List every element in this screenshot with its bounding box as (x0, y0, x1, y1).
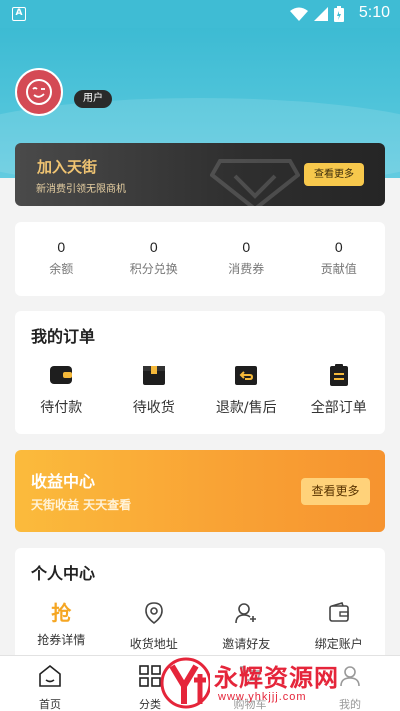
shipping-address[interactable]: 收货地址 (108, 601, 201, 652)
notification-icon: A (12, 7, 26, 21)
personal-shortcuts: 抢 抢券详情 收货地址 邀请好友 绑定账户 (15, 601, 385, 652)
coupon-details[interactable]: 抢 抢券详情 (15, 601, 108, 652)
tab-category[interactable]: 分类 (100, 656, 200, 711)
tab-home[interactable]: 首页 (0, 656, 100, 711)
earnings-title: 收益中心 (31, 472, 96, 491)
stat-value: 0 (242, 239, 251, 255)
stat-label: 贡献值 (320, 262, 357, 276)
category-grid-icon (139, 665, 161, 687)
stat-value: 0 (149, 239, 158, 255)
diamond-icon (210, 159, 300, 206)
personal-label: 收货地址 (129, 637, 178, 651)
user-role-badge: 用户 (74, 90, 112, 108)
clipboard-icon (329, 364, 348, 386)
tab-label: 我的 (339, 698, 361, 711)
personal-label: 邀请好友 (222, 637, 271, 651)
join-subtitle: 新消费引领无限商机 (36, 184, 126, 195)
status-icons (290, 6, 344, 22)
wifi-icon (290, 7, 308, 21)
personal-center-card: 个人中心 抢 抢券详情 收货地址 邀请好友 绑定账户 (15, 548, 385, 668)
signal-icon (314, 7, 328, 21)
cart-icon (240, 666, 261, 686)
order-refund[interactable]: 退款/售后 (200, 363, 293, 417)
bottom-tab-bar: 首页 分类 购物车 我的 (0, 655, 400, 711)
stat-label: 余额 (49, 262, 74, 276)
order-label: 退款/售后 (215, 400, 277, 416)
bind-account[interactable]: 绑定账户 (293, 601, 386, 652)
add-user-icon (235, 603, 257, 624)
stat-contribution[interactable]: 0 贡献值 (293, 222, 386, 296)
stat-value: 0 (57, 239, 66, 255)
join-title: 加入天街 (37, 158, 98, 176)
orders-card: 我的订单 待付款 待收货 退款/售后 全部订单 (15, 311, 385, 434)
order-label: 待付款 (40, 400, 83, 416)
order-pending-payment[interactable]: 待付款 (15, 363, 108, 417)
order-shortcuts: 待付款 待收货 退款/售后 全部订单 (15, 363, 385, 417)
orders-title: 我的订单 (31, 327, 96, 346)
join-banner[interactable]: 加入天街 新消费引领无限商机 查看更多 (15, 143, 385, 206)
personal-title: 个人中心 (31, 564, 96, 583)
wallet-card-icon (328, 602, 349, 622)
tab-mine[interactable]: 我的 (300, 656, 400, 711)
status-bar: A 5:10 (0, 0, 400, 28)
grab-icon: 抢 (51, 601, 72, 625)
earnings-subtitle: 天街收益 天天查看 (31, 498, 132, 512)
stat-coupons[interactable]: 0 消费券 (200, 222, 293, 296)
avatar[interactable] (15, 68, 63, 116)
join-view-more-button[interactable]: 查看更多 (304, 163, 364, 186)
order-label: 待收货 (132, 400, 175, 416)
battery-icon (334, 6, 344, 22)
personal-label: 抢券详情 (37, 633, 86, 647)
box-icon (142, 366, 165, 385)
stats-card: 0 余额 0 积分兑换 0 消费券 0 贡献值 (15, 222, 385, 296)
user-icon (340, 666, 360, 687)
stat-value: 0 (334, 239, 343, 255)
location-pin-icon (144, 602, 163, 625)
earnings-view-more-button[interactable]: 查看更多 (301, 478, 370, 505)
home-icon (39, 664, 61, 687)
refund-icon (235, 366, 258, 385)
stat-label: 消费券 (228, 262, 265, 276)
order-all[interactable]: 全部订单 (293, 363, 386, 417)
tab-cart[interactable]: 购物车 (200, 656, 300, 711)
tab-label: 首页 (39, 698, 61, 711)
stat-balance[interactable]: 0 余额 (15, 222, 108, 296)
earnings-banner[interactable]: 收益中心 天街收益 天天查看 查看更多 (15, 450, 385, 532)
smiley-face-icon (26, 79, 52, 105)
wallet-icon (50, 366, 73, 384)
clock: 5:10 (358, 4, 390, 21)
tab-label: 分类 (139, 698, 161, 711)
order-pending-receipt[interactable]: 待收货 (108, 363, 201, 417)
stat-label: 积分兑换 (129, 262, 178, 276)
order-label: 全部订单 (310, 400, 367, 416)
tab-label: 购物车 (233, 698, 267, 711)
invite-friends[interactable]: 邀请好友 (200, 601, 293, 652)
personal-label: 绑定账户 (314, 637, 363, 651)
stat-points[interactable]: 0 积分兑换 (108, 222, 201, 296)
